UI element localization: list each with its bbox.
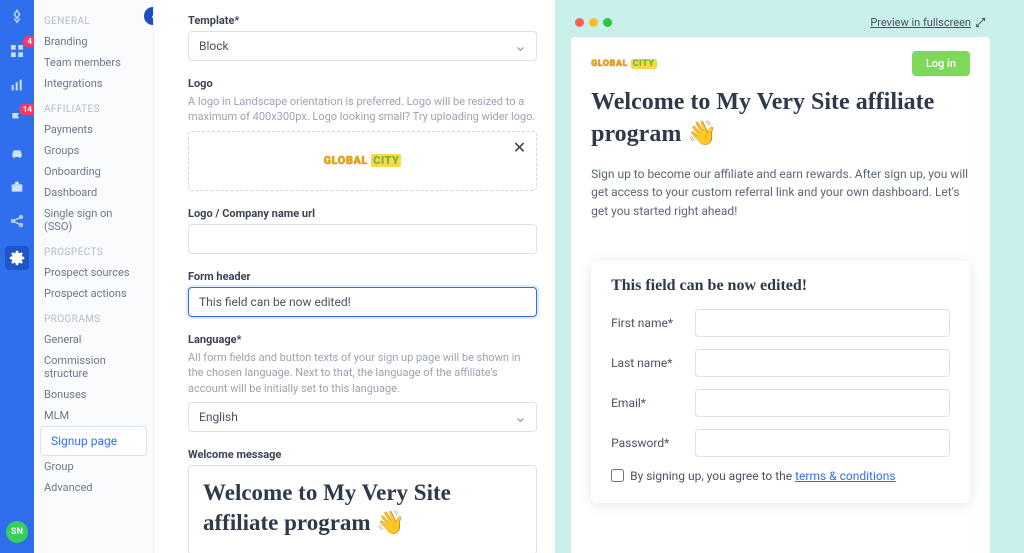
language-label: Language*: [188, 333, 537, 346]
email-input[interactable]: [695, 389, 950, 417]
preview-body: GLOBAL CITY Log in Welcome to My Very Si…: [571, 37, 990, 553]
language-hint: All form fields and button texts of your…: [188, 350, 537, 396]
preview-heading: Welcome to My Very Site affiliate progra…: [591, 86, 970, 151]
nav-settings-icon[interactable]: [5, 246, 29, 270]
sidebar-item-advanced[interactable]: Advanced: [40, 477, 147, 498]
sidebar-item-general[interactable]: General: [40, 329, 147, 350]
language-select[interactable]: English: [188, 402, 537, 432]
logo-preview: GLOBAL CITY: [324, 154, 402, 167]
sidebar-item-dashboard[interactable]: Dashboard: [40, 182, 147, 203]
first-name-input[interactable]: [695, 309, 950, 337]
nav-car-icon[interactable]: [8, 144, 26, 162]
sidebar-item-team-members[interactable]: Team members: [40, 52, 147, 73]
sidebar-item-commission-structure[interactable]: Commission structure: [40, 350, 147, 384]
welcome-heading: Welcome to My Very Site affiliate progra…: [203, 478, 522, 538]
card-header: This field can be now edited!: [611, 277, 950, 295]
sidebar-item-signup-page[interactable]: Signup page: [40, 426, 147, 456]
sidebar-group-head: PROGRAMS: [44, 314, 143, 325]
logo-url-input[interactable]: [188, 224, 537, 254]
template-label: Template*: [188, 14, 537, 27]
preview-column: Preview in fullscreen GLOBAL CITY Log in…: [555, 0, 1024, 553]
sidebar-group-head: PROSPECTS: [44, 247, 143, 258]
sidebar-item-integrations[interactable]: Integrations: [40, 73, 147, 94]
avatar[interactable]: SN: [6, 521, 28, 543]
sidebar-item-group[interactable]: Group: [40, 456, 147, 477]
signup-card: This field can be now edited! First name…: [591, 261, 970, 503]
sidebar-item-payments[interactable]: Payments: [40, 119, 147, 140]
form-column: Template* Block Logo A logo in Landscape…: [154, 0, 555, 553]
preview-logo: GLOBAL CITY: [591, 59, 656, 69]
sidebar-item-mlm[interactable]: MLM: [40, 405, 147, 426]
sidebar-item-prospect-actions[interactable]: Prospect actions: [40, 283, 147, 304]
logo-hint: A logo in Landscape orientation is prefe…: [188, 94, 537, 125]
sidebar-item-single-sign-on-sso-[interactable]: Single sign on (SSO): [40, 203, 147, 237]
sidebar-item-bonuses[interactable]: Bonuses: [40, 384, 147, 405]
template-select[interactable]: Block: [188, 31, 537, 61]
nav-dashboard-icon[interactable]: 4: [8, 42, 26, 60]
logo-url-label: Logo / Company name url: [188, 207, 537, 220]
sidebar-item-onboarding[interactable]: Onboarding: [40, 161, 147, 182]
icon-rail: 4 14 SN: [0, 0, 34, 553]
chrome-max-icon: [603, 18, 612, 27]
agree-text: By signing up, you agree to the: [630, 469, 795, 483]
last-name-input[interactable]: [695, 349, 950, 377]
agree-row: By signing up, you agree to the terms & …: [611, 469, 950, 483]
form-header-label: Form header: [188, 270, 537, 283]
password-label: Password*: [611, 436, 683, 450]
first-name-label: First name*: [611, 316, 683, 330]
login-button[interactable]: Log in: [912, 51, 970, 76]
logo-label: Logo: [188, 77, 537, 90]
nav-flag-icon[interactable]: 14: [8, 110, 26, 128]
email-label: Email*: [611, 396, 683, 410]
logo-icon[interactable]: [8, 8, 26, 26]
remove-logo-icon[interactable]: ✕: [513, 138, 526, 157]
sidebar: ‹ GENERALBrandingTeam membersIntegration…: [34, 0, 154, 553]
logo-dropzone[interactable]: ✕ GLOBAL CITY: [188, 131, 537, 191]
password-input[interactable]: [695, 429, 950, 457]
agree-checkbox[interactable]: [611, 469, 624, 482]
welcome-message-editor[interactable]: Welcome to My Very Site affiliate progra…: [188, 465, 537, 553]
preview-fullscreen-link[interactable]: Preview in fullscreen: [870, 16, 986, 29]
window-chrome: Preview in fullscreen: [571, 16, 990, 37]
form-header-input[interactable]: [188, 287, 537, 317]
chrome-close-icon: [575, 18, 584, 27]
terms-link[interactable]: terms & conditions: [795, 469, 895, 483]
nav-share-icon[interactable]: [8, 212, 26, 230]
sidebar-group-head: GENERAL: [44, 16, 143, 27]
sidebar-item-prospect-sources[interactable]: Prospect sources: [40, 262, 147, 283]
nav-briefcase-icon[interactable]: [8, 178, 26, 196]
sidebar-item-groups[interactable]: Groups: [40, 140, 147, 161]
sidebar-item-branding[interactable]: Branding: [40, 31, 147, 52]
nav-analytics-icon[interactable]: [8, 76, 26, 94]
sidebar-group-head: AFFILIATES: [44, 104, 143, 115]
welcome-label: Welcome message: [188, 448, 537, 461]
preview-paragraph: Sign up to become our affiliate and earn…: [591, 165, 970, 221]
chrome-min-icon: [589, 18, 598, 27]
last-name-label: Last name*: [611, 356, 683, 370]
